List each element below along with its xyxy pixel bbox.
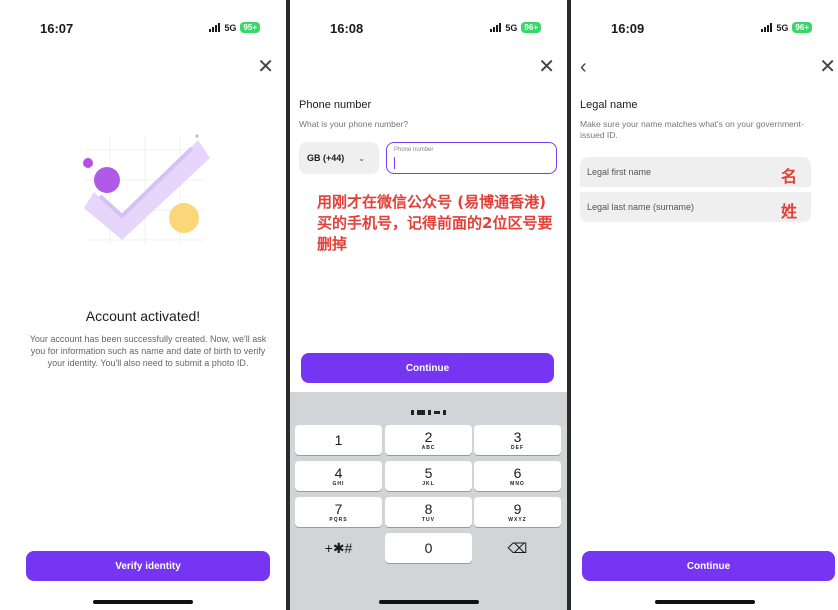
key-digit: 7 — [334, 500, 343, 517]
key-digit: 1 — [334, 432, 343, 448]
field-separator — [580, 187, 811, 188]
legal-last-name-field[interactable]: Legal last name (surname) 姓 — [580, 192, 811, 222]
phone-number-placeholder: Phone number — [394, 147, 434, 153]
key-letters: ABC — [421, 444, 436, 451]
page-subtitle: Make sure your name matches what's on yo… — [580, 119, 804, 140]
key-letters: MNO — [510, 480, 525, 487]
page-title: Account activated! — [85, 308, 201, 324]
close-icon[interactable]: ✕ — [819, 57, 836, 77]
page-description: Your account has been successfully creat… — [29, 334, 267, 368]
key-digit: 6 — [513, 464, 522, 481]
chevron-down-icon: ⌄ — [358, 153, 365, 163]
key-letters: GHI — [332, 480, 345, 487]
keypad-key-3[interactable]: 3 DEF — [474, 425, 561, 455]
keypad-key-8[interactable]: 8 TUV — [385, 497, 472, 527]
keypad-key-5[interactable]: 5 JKL — [385, 461, 472, 491]
signal-icon — [490, 23, 502, 32]
page-title: Legal name — [580, 99, 638, 111]
signal-icon — [761, 23, 773, 32]
status-bar: 16:08 5G 96+ — [290, 21, 567, 39]
page-subtitle: What is your phone number? — [299, 119, 409, 129]
keypad-key-7[interactable]: 7 PQRS — [295, 497, 382, 527]
keypad-key-6[interactable]: 6 MNO — [474, 461, 561, 491]
key-digit: 4 — [334, 464, 343, 481]
home-indicator — [93, 600, 193, 604]
country-code-select[interactable]: GB (+44) ⌄ — [299, 142, 379, 174]
screen-account-activated: 16:07 5G 95+ ✕ Account activated! Your a… — [0, 0, 286, 610]
keypad-key-4[interactable]: 4 GHI — [295, 461, 382, 491]
key-letters: JKL — [422, 480, 435, 487]
close-icon[interactable]: ✕ — [538, 57, 555, 77]
key-letters: DEF — [511, 444, 524, 451]
page-title: Phone number — [299, 99, 372, 111]
back-chevron-icon[interactable]: ‹ — [580, 57, 587, 77]
key-digit: 0 — [424, 540, 433, 556]
battery-indicator: 96+ — [521, 22, 541, 33]
key-letters: WXYZ — [508, 516, 527, 523]
country-code-value: GB (+44) — [307, 153, 345, 163]
key-digit: 2 — [424, 428, 433, 445]
numeric-keypad: 1 2 ABC 3 DEF 4 GHI 5 JKL 6 MNO 7 PQRS 8 TUV 9 WXYZ +✱# 0 ⌫ — [290, 392, 567, 610]
network-label: 5G — [224, 22, 237, 33]
battery-indicator: 95+ — [240, 22, 260, 33]
screen-legal-name: 16:09 5G 96+ ‹ ✕ Legal name Make sure yo… — [571, 0, 838, 610]
key-letters: TUV — [422, 516, 435, 523]
screen-phone-number: 16:08 5G 96+ ✕ Phone number What is your… — [290, 0, 567, 610]
keypad-key-0[interactable]: 0 — [385, 533, 472, 563]
backspace-key[interactable]: ⌫ — [474, 533, 561, 563]
key-digit: 9 — [513, 500, 522, 517]
close-icon[interactable]: ✕ — [257, 57, 274, 77]
home-indicator — [378, 600, 479, 604]
network-label: 5G — [776, 22, 789, 33]
continue-button[interactable]: Continue — [582, 551, 835, 581]
keypad-key-1[interactable]: 1 — [295, 425, 382, 455]
keypad-key-9[interactable]: 9 WXYZ — [474, 497, 561, 527]
last-name-annotation: 姓 — [780, 202, 797, 221]
continue-button[interactable]: Continue — [301, 353, 554, 383]
legal-first-name-field[interactable]: Legal first name 名 — [580, 157, 811, 187]
key-letters: PQRS — [329, 516, 348, 523]
phone-number-input[interactable]: Phone number — [386, 142, 557, 174]
key-digit: 5 — [424, 464, 433, 481]
verify-identity-button[interactable]: Verify identity — [26, 551, 270, 581]
legal-first-name-label: Legal first name — [587, 167, 652, 177]
first-name-annotation: 名 — [780, 167, 797, 186]
status-bar: 16:07 5G 95+ — [0, 21, 286, 39]
key-digit: 8 — [424, 500, 433, 517]
annotation-note: 用刚才在微信公众号 (易博通香港) 买的手机号，记得前面的2位区号要删掉 — [317, 193, 553, 253]
status-time: 16:08 — [330, 21, 364, 36]
symbols-key[interactable]: +✱# — [295, 533, 382, 563]
text-caret — [394, 157, 395, 169]
home-indicator — [654, 600, 755, 604]
key-digit: +✱# — [324, 540, 353, 556]
checkmark-illustration — [83, 134, 210, 245]
status-bar: 16:09 5G 96+ — [571, 21, 838, 39]
key-digit: 3 — [513, 428, 522, 445]
network-label: 5G — [505, 22, 518, 33]
battery-indicator: 96+ — [792, 22, 812, 33]
signal-icon — [209, 23, 221, 32]
status-time: 16:09 — [611, 21, 645, 36]
backspace-icon: ⌫ — [507, 540, 528, 556]
legal-last-name-label: Legal last name (surname) — [587, 202, 695, 212]
status-time: 16:07 — [40, 21, 74, 36]
keyboard-toolbar — [290, 402, 567, 422]
keypad-key-2[interactable]: 2 ABC — [385, 425, 472, 455]
